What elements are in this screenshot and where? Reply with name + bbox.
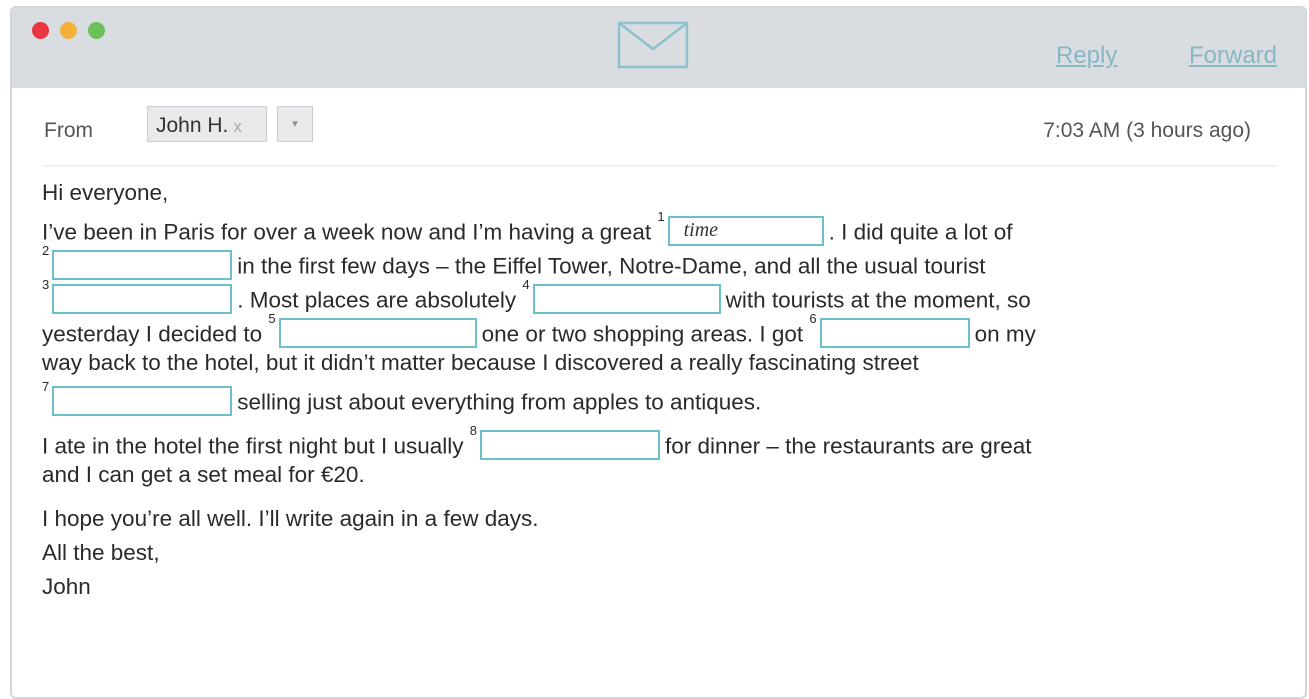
- maximize-window-button[interactable]: [88, 22, 105, 39]
- email-window: Reply Forward From John H. x ▾ 7:03 AM (3…: [10, 6, 1307, 699]
- body-text: . Most places are absolutely: [237, 287, 517, 313]
- gap-number: 5: [268, 311, 276, 326]
- body-text: yesterday I decided to: [42, 321, 263, 347]
- reply-link[interactable]: Reply: [1056, 42, 1117, 70]
- sender-dropdown-button[interactable]: ▾: [277, 106, 313, 142]
- gap-6-input[interactable]: [819, 317, 970, 348]
- gap-number: 2: [42, 243, 50, 258]
- email-header: From John H. x ▾ 7:03 AM (3 hours ago): [12, 88, 1305, 166]
- body-text: . I did quite a lot of: [828, 219, 1013, 245]
- gap-1-input[interactable]: time: [667, 215, 824, 246]
- body-text: one or two shopping areas. I got: [481, 321, 804, 347]
- gap-8-input[interactable]: [480, 429, 661, 460]
- body-text: I’ve been in Paris for over a week now a…: [42, 219, 652, 245]
- header-divider: [44, 165, 1277, 167]
- body-text: selling just about everything from apple…: [237, 389, 762, 415]
- minimize-window-button[interactable]: [60, 22, 77, 39]
- email-body: Hi everyone, I’ve been in Paris for over…: [42, 176, 1292, 604]
- body-text: in the first few days – the Eiffel Tower…: [237, 253, 986, 279]
- remove-sender-icon[interactable]: x: [233, 117, 242, 136]
- signature: John: [42, 574, 91, 599]
- body-text: way back to the hotel, but it didn’t mat…: [42, 350, 919, 375]
- body-text: I ate in the hotel the first night but I…: [42, 433, 464, 459]
- closing-line: I hope you’re all well. I’ll write again…: [42, 506, 539, 531]
- greeting: Hi everyone,: [42, 180, 169, 205]
- gap-3-input[interactable]: [52, 283, 233, 314]
- sender-name: John H.: [156, 114, 229, 137]
- sign-off: All the best,: [42, 540, 160, 565]
- envelope-icon: [617, 21, 689, 69]
- body-text: and I can get a set meal for €20.: [42, 462, 365, 487]
- title-bar: Reply Forward: [12, 8, 1305, 88]
- sender-chip: John H. x: [147, 106, 267, 142]
- forward-link[interactable]: Forward: [1189, 42, 1277, 70]
- gap-number: 8: [469, 423, 478, 438]
- close-window-button[interactable]: [32, 22, 49, 39]
- body-text: on my: [974, 321, 1036, 347]
- gap-number: 3: [42, 277, 50, 292]
- body-text: with tourists at the moment, so: [725, 287, 1031, 313]
- gap-number: 7: [42, 379, 50, 394]
- gap-7-input[interactable]: [52, 385, 233, 416]
- gap-4-input[interactable]: [532, 283, 721, 314]
- gap-number: 4: [522, 277, 530, 292]
- from-label: From: [44, 119, 93, 142]
- gap-5-input[interactable]: [278, 317, 477, 348]
- body-text: for dinner – the restaurants are great: [665, 433, 1032, 459]
- timestamp: 7:03 AM (3 hours ago): [1043, 119, 1251, 142]
- gap-number: 6: [809, 311, 817, 326]
- gap-number: 1: [657, 209, 665, 224]
- gap-2-input[interactable]: [52, 249, 233, 280]
